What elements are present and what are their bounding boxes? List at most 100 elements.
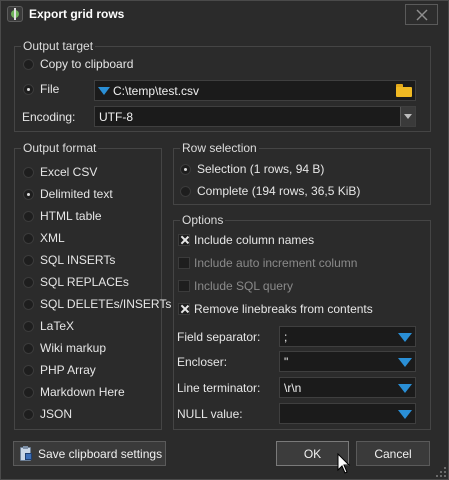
check-label: Include auto increment column xyxy=(194,256,358,270)
null-value-label: NULL value: xyxy=(177,407,243,421)
file-path-input[interactable]: C:\temp\test.csv xyxy=(94,80,416,101)
cancel-label: Cancel xyxy=(374,446,412,461)
row-selection-legend: Row selection xyxy=(182,141,257,155)
row-complete-label: Complete (194 rows, 36,5 KiB) xyxy=(197,184,361,198)
line-terminator-value: \r\n xyxy=(284,380,302,395)
radio-dot xyxy=(23,254,34,266)
format-latex[interactable]: LaTeX xyxy=(23,318,74,334)
field-separator-value: ; xyxy=(284,329,288,344)
format-php-array[interactable]: PHP Array xyxy=(23,362,96,378)
format-label: Markdown Here xyxy=(40,385,125,399)
format-html-table[interactable]: HTML table xyxy=(23,208,102,224)
format-label: Wiki markup xyxy=(40,341,107,355)
window-title: Export grid rows xyxy=(29,7,125,21)
chevron-down-icon[interactable] xyxy=(398,333,412,342)
encloser-combo[interactable]: " xyxy=(279,351,416,372)
radio-dot xyxy=(23,166,34,178)
radio-dot xyxy=(23,188,34,200)
field-separator-combo[interactable]: ; xyxy=(279,326,416,347)
format-label: SQL REPLACEs xyxy=(40,275,129,289)
format-markdown-here[interactable]: Markdown Here xyxy=(23,384,125,400)
chevron-down-icon[interactable] xyxy=(398,410,412,419)
format-wiki-markup[interactable]: Wiki markup xyxy=(23,340,106,356)
output-format-legend: Output format xyxy=(23,141,97,155)
radio-dot xyxy=(23,210,34,222)
save-clipboard-settings-label: Save clipboard settings xyxy=(38,446,163,461)
output-target-legend: Output target xyxy=(23,39,94,53)
format-label: JSON xyxy=(40,407,73,421)
radio-dot xyxy=(23,408,34,420)
radio-file-label: File xyxy=(40,82,60,96)
checkbox xyxy=(178,257,190,269)
chevron-down-icon[interactable] xyxy=(398,384,412,393)
encoding-select[interactable]: UTF-8 xyxy=(94,106,416,127)
check-label: Remove linebreaks from contents xyxy=(194,302,373,316)
chevron-down-icon[interactable] xyxy=(398,358,412,367)
file-path-value: C:\temp\test.csv xyxy=(113,83,200,98)
check-remove-linebreaks[interactable]: Remove linebreaks from contents xyxy=(178,301,373,317)
format-label: Excel CSV xyxy=(40,165,98,179)
folder-icon[interactable] xyxy=(396,84,412,97)
radio-dot xyxy=(23,386,34,398)
ok-label: OK xyxy=(303,446,322,461)
radio-row-complete[interactable]: Complete (194 rows, 36,5 KiB) xyxy=(180,183,360,199)
encoding-value: UTF-8 xyxy=(99,109,133,124)
format-excel-csv[interactable]: Excel CSV xyxy=(23,164,97,180)
chevron-down-icon[interactable] xyxy=(400,107,415,126)
resize-grip-icon[interactable] xyxy=(436,467,446,477)
save-clipboard-settings-button[interactable]: Save clipboard settings xyxy=(13,441,166,466)
radio-dot xyxy=(180,185,191,197)
app-icon xyxy=(7,6,23,22)
export-grid-rows-dialog: Export grid rows Output target Copy to c… xyxy=(0,0,449,480)
title-bar[interactable]: Export grid rows xyxy=(1,1,448,27)
format-label: SQL DELETEs/INSERTs xyxy=(40,297,172,311)
radio-dot xyxy=(23,58,34,70)
radio-row-selection[interactable]: Selection (1 rows, 94 B) xyxy=(180,161,324,177)
format-label: LaTeX xyxy=(40,319,75,333)
field-separator-label: Field separator: xyxy=(177,330,261,344)
check-label: Include column names xyxy=(194,233,315,247)
radio-file[interactable]: File xyxy=(23,81,59,97)
format-xml[interactable]: XML xyxy=(23,230,65,246)
format-delimited-text[interactable]: Delimited text xyxy=(23,186,113,202)
format-sql-inserts[interactable]: SQL INSERTs xyxy=(23,252,115,268)
radio-dot xyxy=(23,83,34,95)
format-label: PHP Array xyxy=(40,363,96,377)
radio-copy-to-clipboard-label: Copy to clipboard xyxy=(40,57,134,71)
format-json[interactable]: JSON xyxy=(23,406,72,422)
line-terminator-label: Line terminator: xyxy=(177,381,261,395)
check-include-column-names[interactable]: Include column names xyxy=(178,232,314,248)
options-legend: Options xyxy=(182,213,224,227)
clipboard-save-icon xyxy=(20,446,32,461)
radio-dot xyxy=(180,163,191,175)
radio-dot xyxy=(23,364,34,376)
radio-dot xyxy=(23,342,34,354)
null-value-combo[interactable] xyxy=(279,403,416,424)
close-icon xyxy=(416,9,428,21)
format-sql-replaces[interactable]: SQL REPLACEs xyxy=(23,274,129,290)
cancel-button[interactable]: Cancel xyxy=(356,441,430,466)
radio-dot xyxy=(23,276,34,288)
check-include-sql-query[interactable]: Include SQL query xyxy=(178,278,293,294)
line-terminator-combo[interactable]: \r\n xyxy=(279,377,416,398)
check-include-auto-increment[interactable]: Include auto increment column xyxy=(178,255,357,271)
encloser-label: Encloser: xyxy=(177,355,228,369)
radio-dot xyxy=(23,232,34,244)
mouse-cursor-icon xyxy=(337,453,351,474)
format-label: HTML table xyxy=(40,209,102,223)
file-dropdown-icon[interactable] xyxy=(98,87,110,95)
checkbox xyxy=(178,280,190,292)
close-button[interactable] xyxy=(405,4,438,25)
checkbox xyxy=(178,234,190,246)
radio-dot xyxy=(23,298,34,310)
row-selection-label: Selection (1 rows, 94 B) xyxy=(197,162,325,176)
encloser-value: " xyxy=(284,354,289,369)
format-label: SQL INSERTs xyxy=(40,253,116,267)
radio-copy-to-clipboard[interactable]: Copy to clipboard xyxy=(23,56,133,72)
radio-dot xyxy=(23,320,34,332)
checkbox xyxy=(178,303,190,315)
format-sql-deletes-inserts[interactable]: SQL DELETEs/INSERTs xyxy=(23,296,171,312)
check-label: Include SQL query xyxy=(194,279,293,293)
encoding-label: Encoding: xyxy=(22,110,76,124)
format-label: Delimited text xyxy=(40,187,113,201)
